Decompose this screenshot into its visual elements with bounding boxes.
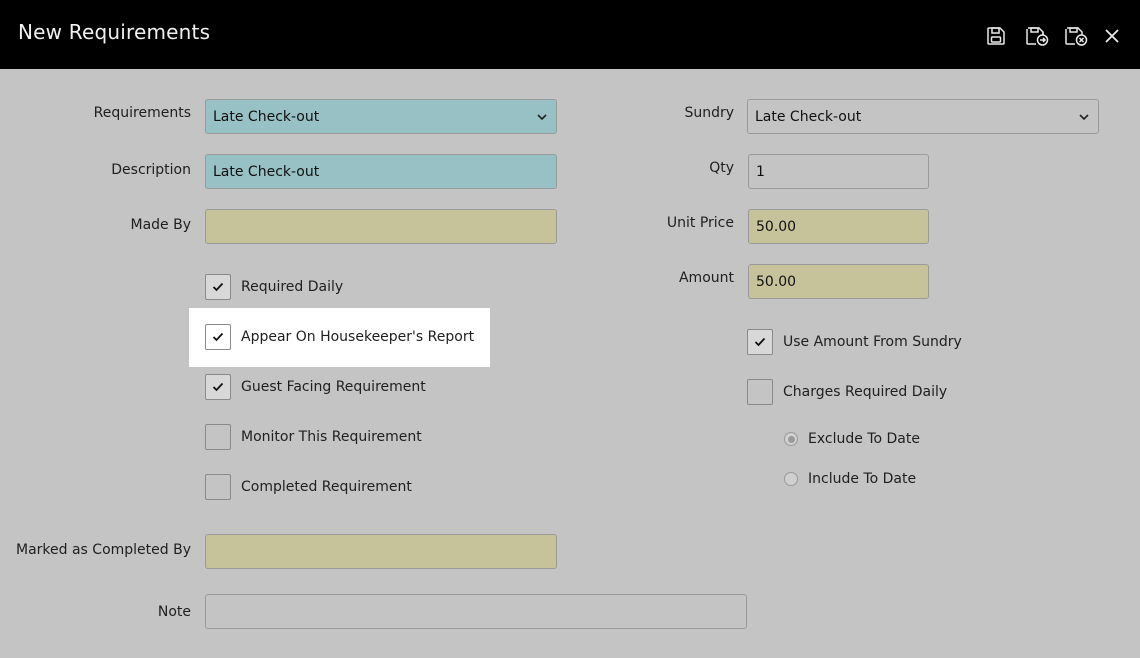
title-bar: New Requirements <box>0 0 1140 69</box>
description-label: Description <box>111 162 191 178</box>
exclude-to-date-radio[interactable] <box>784 432 798 446</box>
required-daily-row[interactable]: Required Daily <box>205 274 343 300</box>
exclude-to-date-row[interactable]: Exclude To Date <box>784 431 920 447</box>
charges-daily-checkbox[interactable] <box>747 379 773 405</box>
qty-label: Qty <box>709 160 734 176</box>
chevron-down-icon <box>537 114 547 121</box>
made-by-label: Made By <box>130 217 192 233</box>
completed-requirement-label: Completed Requirement <box>241 479 412 495</box>
completed-requirement-row[interactable]: Completed Requirement <box>205 474 412 500</box>
amount-label: Amount <box>678 270 734 286</box>
completed-requirement-checkbox[interactable] <box>205 474 231 500</box>
use-amount-row[interactable]: Use Amount From Sundry <box>747 329 962 355</box>
sundry-select[interactable]: Late Check-out <box>747 99 1099 134</box>
save-copy-icon[interactable] <box>1024 24 1050 48</box>
use-amount-checkbox[interactable] <box>747 329 773 355</box>
qty-input[interactable]: 1 <box>748 154 929 189</box>
exclude-to-date-label: Exclude To Date <box>808 431 920 447</box>
chevron-down-icon <box>1079 114 1089 121</box>
required-daily-label: Required Daily <box>241 279 344 295</box>
note-label: Note <box>157 604 191 620</box>
description-value: Late Check-out <box>213 163 320 180</box>
close-icon[interactable] <box>1100 24 1124 48</box>
window-title: New Requirements <box>18 20 211 44</box>
unit-price-input[interactable]: 50.00 <box>748 209 929 244</box>
unit-price-label: Unit Price <box>666 215 734 231</box>
made-by-input[interactable] <box>205 209 557 244</box>
requirements-label: Requirements <box>93 105 191 121</box>
save-close-icon[interactable] <box>1063 24 1089 48</box>
use-amount-label: Use Amount From Sundry <box>783 334 962 350</box>
note-input[interactable] <box>205 594 747 629</box>
save-icon[interactable] <box>984 24 1008 48</box>
include-to-date-label: Include To Date <box>808 471 917 487</box>
include-to-date-row[interactable]: Include To Date <box>784 471 916 487</box>
monitor-requirement-checkbox[interactable] <box>205 424 231 450</box>
housekeeper-report-label: Appear On Housekeeper's Report <box>241 329 475 345</box>
required-daily-checkbox[interactable] <box>205 274 231 300</box>
housekeeper-report-checkbox[interactable] <box>205 324 231 350</box>
check-icon <box>212 332 224 342</box>
check-icon <box>212 282 224 292</box>
marked-completed-by-input[interactable] <box>205 534 557 569</box>
qty-value: 1 <box>756 163 765 180</box>
amount-input[interactable]: 50.00 <box>748 264 929 299</box>
sundry-label: Sundry <box>684 105 734 121</box>
requirements-value: Late Check-out <box>213 108 320 125</box>
amount-value: 50.00 <box>756 273 797 290</box>
monitor-requirement-label: Monitor This Requirement <box>241 429 422 445</box>
guest-facing-checkbox[interactable] <box>205 374 231 400</box>
housekeeper-report-row[interactable]: Appear On Housekeeper's Report <box>205 324 474 350</box>
check-icon <box>212 382 224 392</box>
radio-dot <box>787 435 795 443</box>
monitor-requirement-row[interactable]: Monitor This Requirement <box>205 424 422 450</box>
unit-price-value: 50.00 <box>756 218 797 235</box>
include-to-date-radio[interactable] <box>784 472 798 486</box>
guest-facing-label: Guest Facing Requirement <box>241 379 426 395</box>
charges-daily-label: Charges Required Daily <box>783 384 948 400</box>
guest-facing-row[interactable]: Guest Facing Requirement <box>205 374 426 400</box>
sundry-value: Late Check-out <box>755 108 862 125</box>
requirements-select[interactable]: Late Check-out <box>205 99 557 134</box>
marked-completed-by-label: Marked as Completed By <box>16 542 191 558</box>
check-icon <box>754 337 766 347</box>
charges-daily-row[interactable]: Charges Required Daily <box>747 379 947 405</box>
description-input[interactable]: Late Check-out <box>205 154 557 189</box>
